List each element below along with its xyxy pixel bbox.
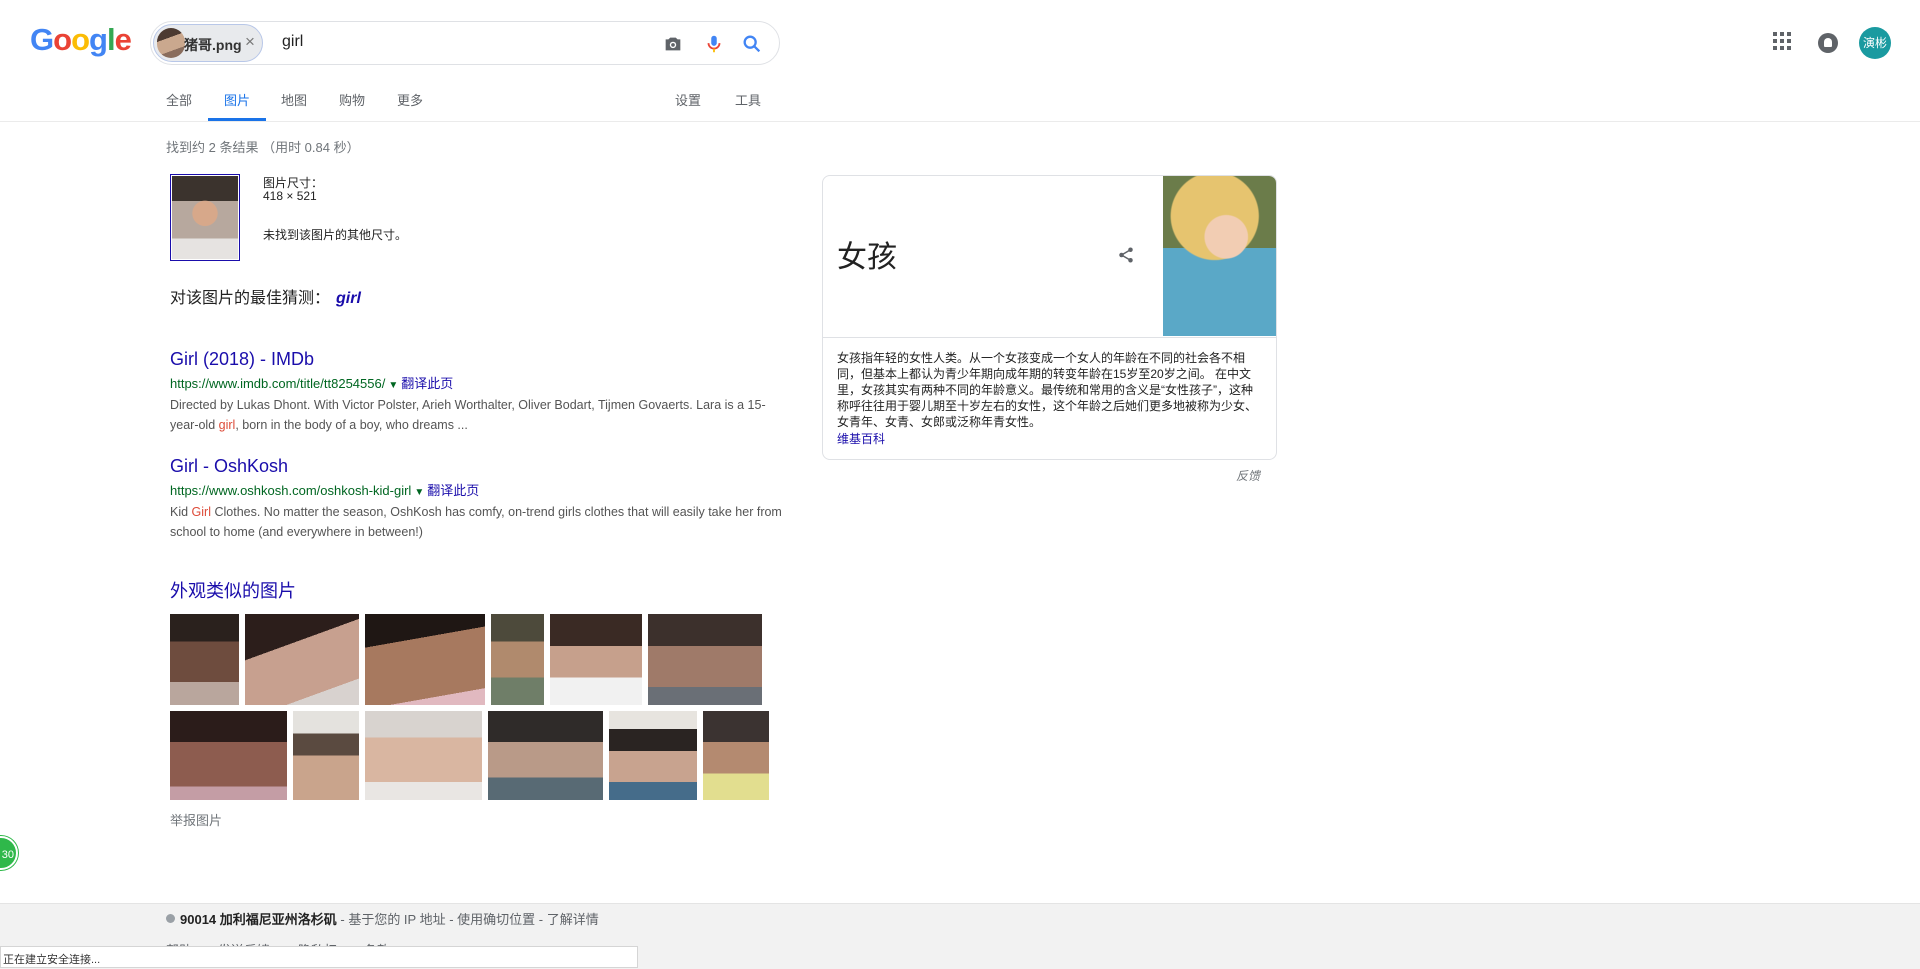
knowledge-panel: 女孩 女孩指年轻的女性人类。从一个女孩变成一个女人的年龄在不同的社会各不相同，但… [822, 175, 1277, 460]
share-icon[interactable] [1117, 246, 1135, 264]
browser-status-bar: 正在建立安全连接... [0, 946, 638, 968]
search-box[interactable]: 猪哥.png × girl [150, 21, 780, 65]
similar-image-thumbnail[interactable] [488, 711, 603, 800]
chip-label: 猪哥.png [184, 37, 242, 53]
tab-tools[interactable]: 工具 [735, 90, 761, 109]
result-snippet: Directed by Lukas Dhont. With Victor Pol… [170, 398, 766, 432]
result-url: https://www.imdb.com/title/tt8254556/▼ 翻译… [170, 373, 785, 392]
similar-image-thumbnail[interactable] [170, 614, 239, 705]
location-text: 90014 加利福尼亚州洛杉矶 - 基于您的 IP 地址 - 使用确切位置 - … [180, 912, 599, 927]
wikipedia-source-link[interactable]: 维基百科 [837, 430, 885, 447]
translate-link[interactable]: 翻译此页 [427, 483, 479, 498]
similar-image-thumbnail[interactable] [245, 614, 359, 705]
similar-image-thumbnail[interactable] [491, 614, 544, 705]
microphone-icon[interactable] [703, 33, 725, 55]
search-result: Girl (2018) - IMDb https://www.imdb.com/… [170, 349, 785, 435]
tab-maps[interactable]: 地图 [281, 90, 307, 109]
url-dropdown-icon[interactable]: ▼ [388, 380, 398, 391]
knowledge-panel-description: 女孩指年轻的女性人类。从一个女孩变成一个女人的年龄在不同的社会各不相同，但基本上… [837, 351, 1258, 429]
similar-image-thumbnail[interactable] [365, 614, 485, 705]
similar-image-thumbnail[interactable] [550, 614, 642, 705]
tab-more[interactable]: 更多 [397, 90, 423, 109]
best-guess-label: 对该图片的最佳猜测： [170, 290, 331, 307]
similar-image-thumbnail[interactable] [648, 614, 762, 705]
result-url: https://www.oshkosh.com/oshkosh-kid-girl… [170, 480, 785, 499]
query-image [172, 176, 238, 259]
similar-image-thumbnail[interactable] [703, 711, 769, 800]
translate-link[interactable]: 翻译此页 [401, 376, 453, 391]
knowledge-panel-title: 女孩 [837, 241, 897, 274]
report-images-link[interactable]: 举报图片 [170, 810, 222, 829]
similar-image-thumbnail[interactable] [170, 711, 287, 800]
location-dot-icon [166, 914, 175, 923]
chip-thumbnail [157, 28, 185, 58]
similar-image-thumbnail[interactable] [365, 711, 482, 800]
feedback-link[interactable]: 反馈 [1236, 467, 1260, 484]
tab-all[interactable]: 全部 [166, 90, 192, 109]
search-result: Girl - OshKosh https://www.oshkosh.com/o… [170, 456, 785, 542]
result-stats: 找到约 2 条结果 （用时 0.84 秒） [166, 140, 360, 155]
result-snippet: Kid Girl Clothes. No matter the season, … [170, 505, 782, 539]
knowledge-panel-divider [823, 337, 1276, 338]
result-url-text: https://www.imdb.com/title/tt8254556/ [170, 376, 386, 391]
result-title-link[interactable]: Girl (2018) - IMDb [170, 349, 785, 370]
query-image-thumbnail[interactable] [170, 174, 240, 261]
google-logo[interactable]: Google [30, 22, 132, 58]
no-other-sizes-text: 未找到该图片的其他尺寸。 [263, 228, 408, 242]
image-size-value: 418 × 521 [263, 189, 317, 203]
camera-icon[interactable] [662, 33, 684, 55]
chip-close-icon[interactable]: × [245, 32, 255, 52]
account-avatar[interactable]: 演彬 [1859, 27, 1891, 59]
tab-settings[interactable]: 设置 [675, 90, 701, 109]
tab-shopping[interactable]: 购物 [339, 90, 365, 109]
similar-image-thumbnail[interactable] [293, 711, 359, 800]
knowledge-panel-image[interactable] [1163, 176, 1276, 336]
tab-images[interactable]: 图片 [224, 90, 250, 109]
similar-images-heading[interactable]: 外观类似的图片 [170, 577, 296, 603]
floating-badge[interactable]: 30 [0, 836, 18, 870]
result-title-link[interactable]: Girl - OshKosh [170, 456, 785, 477]
similar-image-thumbnail[interactable] [609, 711, 697, 800]
best-guess-link[interactable]: girl [336, 290, 361, 307]
apps-grid-icon[interactable] [1773, 32, 1791, 50]
notifications-icon[interactable] [1818, 33, 1838, 53]
best-guess: 对该图片的最佳猜测： girl [170, 284, 361, 308]
search-input[interactable]: girl [282, 33, 303, 51]
url-dropdown-icon[interactable]: ▼ [414, 487, 424, 498]
search-icon[interactable] [741, 33, 763, 55]
header-divider [0, 121, 1920, 122]
image-query-chip[interactable]: 猪哥.png × [153, 24, 263, 62]
result-url-text: https://www.oshkosh.com/oshkosh-kid-girl [170, 483, 412, 498]
